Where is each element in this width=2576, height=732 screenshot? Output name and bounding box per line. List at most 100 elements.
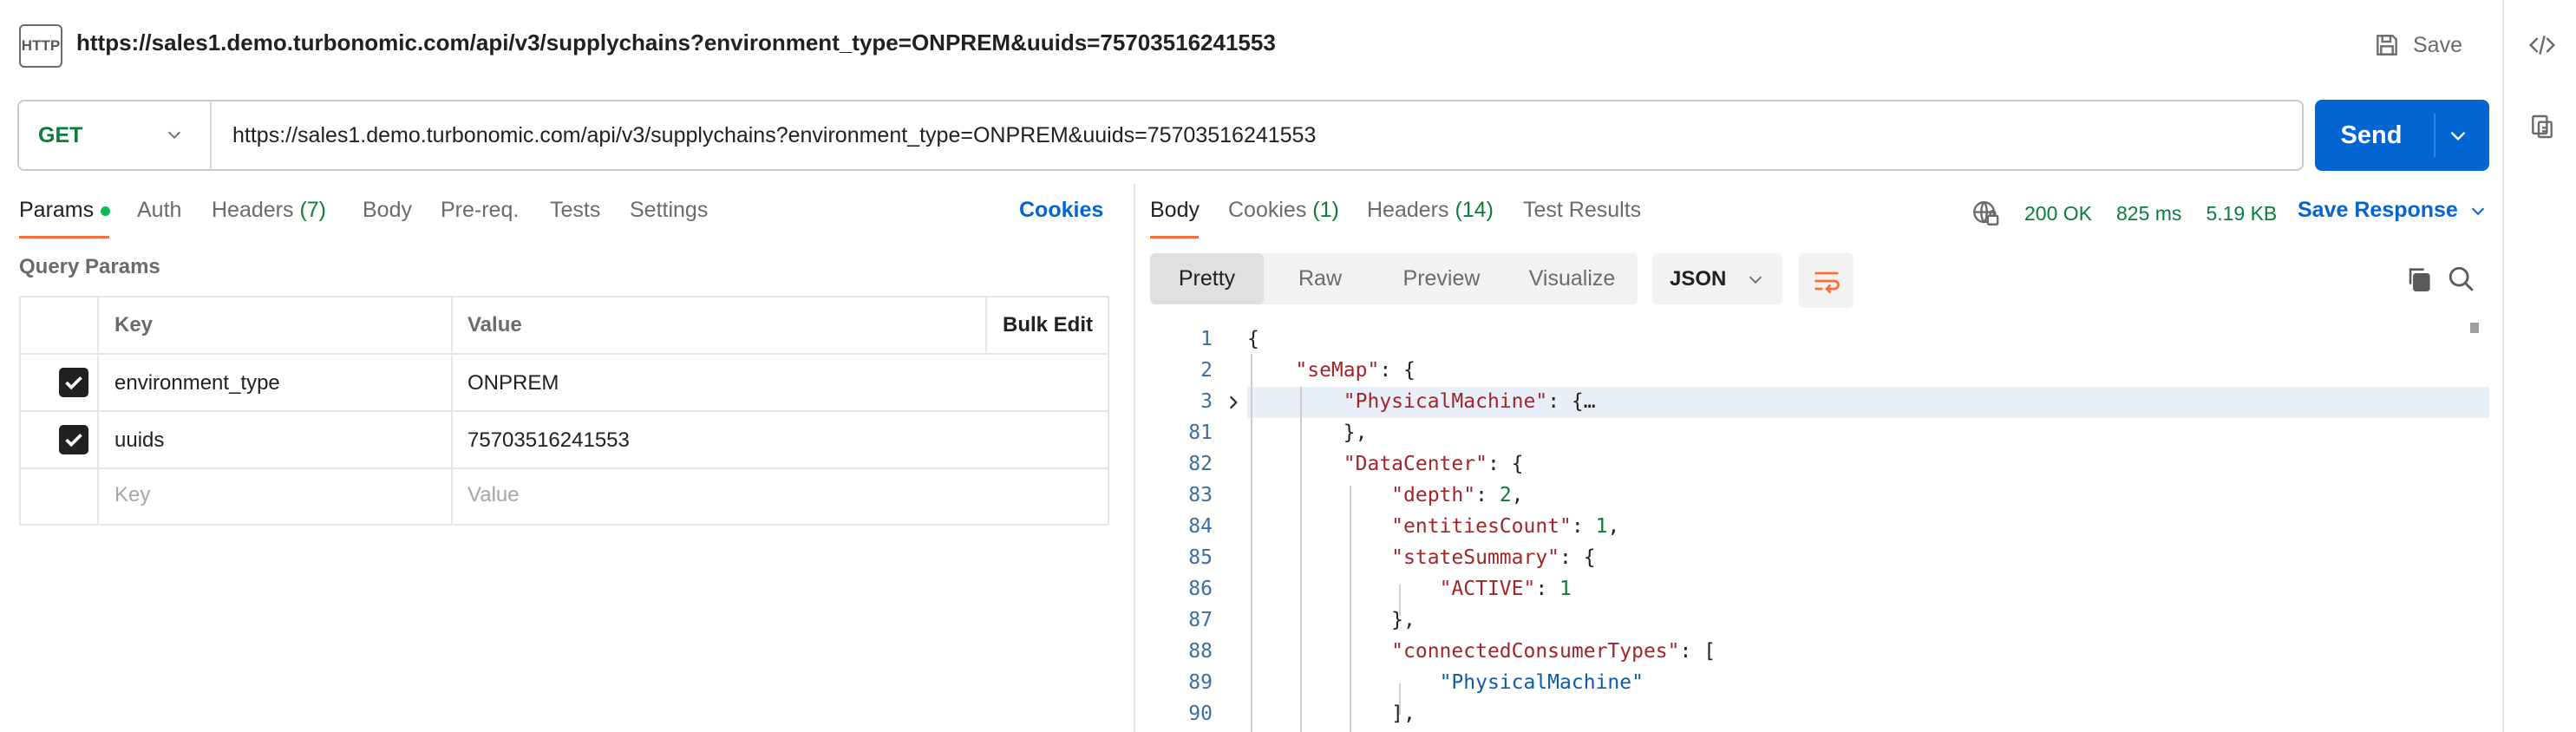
send-label: Send (2340, 121, 2403, 149)
json-number: 1 (1559, 578, 1572, 600)
line-number: 82 (1188, 453, 1213, 475)
http-request-icon: HTTP (19, 24, 62, 68)
empty-param-row: Key Value (21, 469, 1108, 524)
tab-params-label: Params (19, 198, 95, 222)
tab-body[interactable]: Body (363, 198, 412, 223)
param-key[interactable]: environment_type (114, 371, 280, 395)
json-key: "PhysicalMachine" (1343, 390, 1548, 413)
url-input[interactable]: https://sales1.demo.turbonomic.com/api/v… (232, 101, 1316, 169)
line-number: 1 (1200, 328, 1213, 350)
json-number: 1 (1595, 515, 1608, 538)
send-options-chevron-icon[interactable] (2447, 124, 2469, 147)
param-value[interactable]: ONPREM (467, 371, 559, 395)
params-tab-underline (19, 236, 109, 239)
value-placeholder[interactable]: Value (467, 483, 520, 507)
save-label: Save (2413, 32, 2462, 57)
request-title[interactable]: https://sales1.demo.turbonomic.com/api/v… (76, 29, 1276, 56)
code-line: "ACTIVE": 1 (1439, 578, 1572, 600)
code-line: "DataCenter": { (1343, 453, 1524, 475)
documentation-icon[interactable] (2528, 113, 2556, 141)
folded-region[interactable]: {… (1572, 390, 1596, 413)
code-line: "depth": 2, (1391, 484, 1524, 507)
network-globe-icon[interactable] (1971, 199, 2000, 228)
line-number: 85 (1188, 546, 1213, 569)
response-time[interactable]: 825 ms (2116, 202, 2181, 225)
view-pretty-button[interactable]: Pretty (1150, 253, 1264, 304)
json-key: "connectedConsumerTypes" (1391, 640, 1680, 663)
save-button[interactable]: Save (2373, 26, 2462, 64)
line-number: 89 (1188, 671, 1213, 694)
fold-chevron-right-icon[interactable] (1225, 394, 1242, 411)
send-button[interactable]: Send (2315, 100, 2489, 171)
json-number: 2 (1499, 484, 1512, 507)
param-checkbox[interactable] (59, 368, 88, 397)
view-preview-button[interactable]: Preview (1376, 253, 1507, 304)
wrap-lines-button[interactable] (1799, 253, 1854, 308)
editor-scrollbar[interactable] (2470, 323, 2479, 333)
line-number: 84 (1188, 515, 1213, 538)
json-key: "ACTIVE" (1439, 578, 1536, 600)
param-key[interactable]: uuids (114, 428, 164, 453)
column-divider (985, 297, 987, 353)
copy-icon[interactable] (2404, 265, 2434, 294)
response-tab-body[interactable]: Body (1150, 198, 1200, 223)
param-checkbox[interactable] (59, 425, 88, 454)
response-size[interactable]: 5.19 KB (2206, 202, 2277, 225)
json-key: "seMap" (1295, 359, 1380, 382)
json-key: "stateSummary" (1391, 546, 1560, 569)
view-raw-button[interactable]: Raw (1264, 253, 1376, 304)
param-value[interactable]: 75703516241553 (467, 428, 630, 453)
response-body-editor[interactable]: 1 2 3 81 82 83 84 85 86 87 88 89 90 { "s… (1150, 323, 2489, 732)
value-column-header: Value (467, 313, 522, 337)
code-snippet-icon[interactable] (2528, 31, 2556, 59)
params-active-dot (101, 206, 111, 216)
method-select[interactable]: GET (19, 101, 212, 169)
tab-tests[interactable]: Tests (550, 198, 600, 223)
view-mode-toggle: Pretty Raw Preview Visualize (1150, 253, 1638, 304)
http-icon-label: HTTP (21, 37, 61, 54)
tab-settings[interactable]: Settings (630, 198, 708, 223)
line-number: 87 (1188, 609, 1213, 631)
chevron-down-icon (2471, 207, 2484, 215)
line-number: 88 (1188, 640, 1213, 663)
table-row: environment_type ONPREM (21, 355, 1108, 412)
view-visualize-button[interactable]: Visualize (1507, 253, 1638, 304)
checkmark-icon (65, 434, 82, 448)
format-select[interactable]: JSON (1652, 253, 1782, 304)
line-number: 3 (1200, 390, 1213, 413)
tab-headers[interactable]: Headers (7) (212, 198, 326, 223)
response-tab-test-results[interactable]: Test Results (1523, 198, 1641, 223)
cookies-link[interactable]: Cookies (1019, 198, 1103, 223)
tab-prereq[interactable]: Pre-req. (441, 198, 519, 223)
line-number: 2 (1200, 359, 1213, 382)
search-icon[interactable] (2447, 265, 2476, 294)
method-label: GET (38, 122, 83, 147)
response-cookies-label: Cookies (1228, 198, 1307, 222)
code-line: "stateSummary": { (1391, 546, 1596, 569)
chevron-down-icon (167, 131, 181, 139)
response-headers-label: Headers (1367, 198, 1449, 222)
json-string: "PhysicalMachine" (1439, 671, 1644, 694)
response-tab-cookies[interactable]: Cookies (1) (1228, 198, 1339, 223)
body-tab-underline (1150, 236, 1199, 239)
chevron-down-icon (1749, 276, 1762, 284)
tab-params[interactable]: Params (19, 198, 111, 223)
tab-auth[interactable]: Auth (137, 198, 181, 223)
json-key: "DataCenter" (1343, 453, 1487, 475)
query-params-title: Query Params (19, 255, 160, 278)
code-line: "connectedConsumerTypes": [ (1391, 640, 1716, 663)
code-line: ], (1391, 703, 1415, 725)
bulk-edit-button[interactable]: Bulk Edit (1003, 313, 1093, 337)
response-tab-headers[interactable]: Headers (14) (1367, 198, 1494, 223)
line-number: 86 (1188, 578, 1213, 600)
code-line: "seMap": { (1295, 359, 1415, 382)
save-icon (2377, 35, 2397, 56)
request-url-bar: GET https://sales1.demo.turbonomic.com/a… (17, 100, 2304, 171)
status-code[interactable]: 200 OK (2024, 202, 2092, 225)
line-number: 83 (1188, 484, 1213, 507)
save-response-button[interactable]: Save Response (2298, 198, 2488, 223)
query-params-table: Key Value Bulk Edit environment_type ONP… (19, 296, 1109, 526)
key-placeholder[interactable]: Key (114, 483, 150, 507)
tab-headers-label: Headers (212, 198, 294, 222)
pane-divider[interactable] (1134, 184, 1135, 732)
